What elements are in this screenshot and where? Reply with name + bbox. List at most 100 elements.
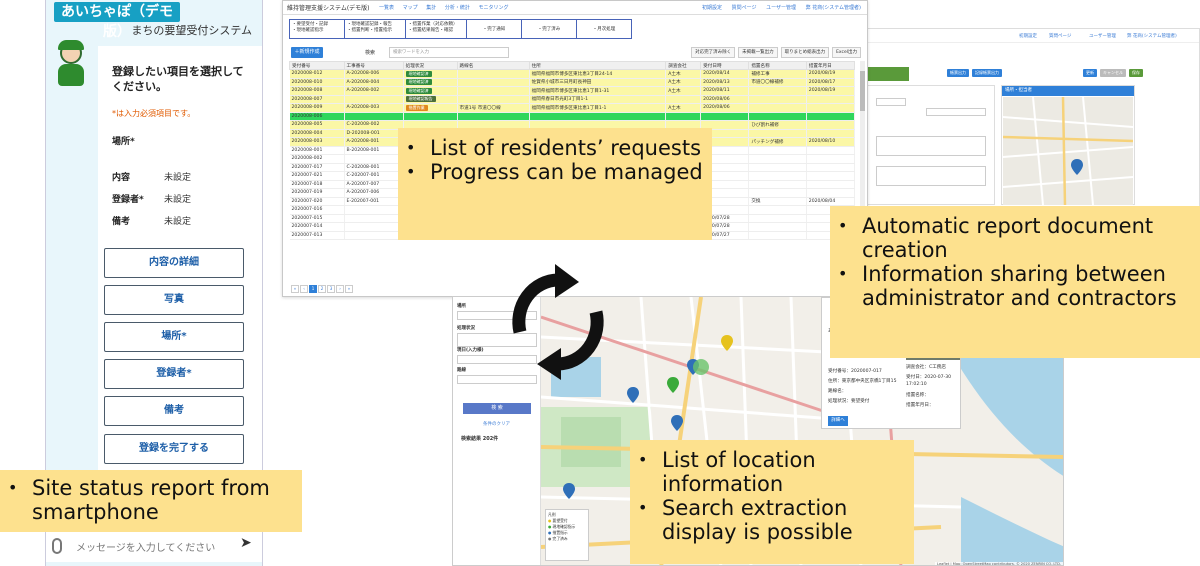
process-step[interactable]: ・現地確認記録・報告 ・措置判断・措置指示 — [344, 19, 406, 39]
table-row[interactable]: 2020008-012 A-202008-006 現地確認済 福岡県福岡市博多区東比恵… — [289, 69, 856, 79]
column-header[interactable]: 措置年月日 — [805, 61, 856, 70]
report-nav-user[interactable]: 弊 花商(システム管理者) — [1127, 33, 1177, 39]
nav-initial-settings[interactable]: 初期設定 — [702, 5, 722, 11]
nav-current-user[interactable]: 弊 花商(システム管理者) — [806, 5, 861, 11]
table-cell-work: C-202007-001 — [344, 171, 404, 181]
table-cell-date — [700, 112, 750, 121]
exclude-completed-button[interactable]: 対応完了済み除く — [691, 47, 736, 58]
report-nav-faq[interactable]: 質問ページ — [1049, 33, 1071, 39]
process-step[interactable]: ・完了済み — [521, 19, 577, 39]
table-cell-work: A-202007-007 — [344, 180, 404, 189]
registrant-button[interactable]: 登録者* — [104, 359, 244, 389]
callout-item: Search extraction display is possible — [630, 496, 914, 544]
cancel-button[interactable]: キャンセル — [1100, 69, 1126, 77]
table-cell-work: A-202008-003 — [344, 103, 404, 113]
send-icon[interactable]: ➤ — [240, 535, 252, 551]
nav-faq[interactable]: 質問ページ — [732, 5, 757, 11]
attach-clip-icon[interactable] — [52, 538, 62, 554]
table-row[interactable]: 2020008-008 A-202008-002 現地確認済 福岡県福岡市博多区東比恵… — [289, 86, 856, 96]
table-cell-id: 2020008-006 — [289, 112, 345, 121]
column-header[interactable]: 措置名称 — [748, 61, 807, 70]
column-header[interactable]: 処理状況 — [402, 61, 458, 70]
map-label-route: 路線 — [457, 368, 466, 373]
nav-list[interactable]: 一覧表 — [379, 5, 394, 11]
table-row[interactable]: 2020008-007 現地確認報告 福岡県春日市光町3丁目1-1 2020/08/0… — [289, 95, 856, 104]
table-cell-done — [806, 163, 856, 172]
callout-item: Automatic report document creation — [830, 214, 1200, 262]
table-cell-name — [748, 222, 807, 232]
column-header[interactable]: 受付番号 — [289, 61, 345, 70]
process-flow: ・要望受付・記録 ・現地確認指示 ・現地確認記録・報告 ・措置判断・措置指示 ・… — [289, 19, 632, 39]
report-nav-settings[interactable]: 初期設定 — [1019, 33, 1037, 39]
popup-right-line: 受付日：2020-07-30 — [906, 375, 952, 380]
summary-output-button[interactable]: 取りまとめ総表出力 — [780, 47, 830, 58]
status-badge: 現地確認済 — [405, 70, 432, 77]
report-mini-map[interactable] — [1003, 97, 1133, 205]
report-status-dropdown[interactable] — [861, 67, 909, 81]
record-form-output-button[interactable]: 記録帳票出力 — [972, 69, 1002, 77]
nav-analysis[interactable]: 分析・統計 — [445, 5, 470, 11]
table-cell-date: 2020/08/06 — [700, 103, 750, 113]
column-header[interactable]: 住所 — [528, 61, 667, 70]
report-field[interactable] — [876, 98, 906, 106]
table-cell-name — [748, 129, 807, 138]
report-window: 初期設定 質問ページ ユーザー管理 弊 花商(システム管理者) 帳票出力 記録帳… — [860, 28, 1200, 208]
location-button[interactable]: 場所* — [104, 322, 244, 352]
column-header[interactable]: 調査会社 — [665, 61, 702, 70]
report-textarea[interactable] — [876, 136, 986, 156]
nav-monitoring[interactable]: モニタリング — [478, 5, 508, 11]
table-row[interactable]: 2020008-006 — [289, 112, 856, 121]
new-record-button[interactable]: ＋新規作成 — [291, 47, 323, 58]
report-field[interactable] — [926, 108, 986, 116]
photo-button[interactable]: 写真 — [104, 285, 244, 315]
table-cell-status: 現地確認済 — [403, 86, 458, 96]
nav-summary[interactable]: 集計 — [426, 5, 436, 11]
remarks-button[interactable]: 備考 — [104, 396, 244, 426]
process-step[interactable]: ・要望受付・記録 ・現地確認指示 — [289, 19, 345, 39]
report-location-title: 場所・担当者 — [1002, 86, 1134, 96]
message-input[interactable]: メッセージを入力してください — [76, 539, 215, 554]
table-cell-co: A土木 — [665, 103, 702, 113]
pager-button[interactable]: « — [291, 285, 299, 293]
table-cell-done — [806, 180, 856, 189]
nav-user-management[interactable]: ユーザー管理 — [766, 5, 796, 11]
table-cell-id: 2020008-009 — [289, 103, 345, 113]
search-input[interactable]: 検索ワードを入力 — [389, 47, 509, 58]
status-badge: 措置作業 — [405, 104, 428, 111]
process-step[interactable]: ・月次処理 — [576, 19, 632, 39]
table-row[interactable]: 2020008-010 A-202008-004 現地確認済 佐賀県小城市三日月町長神… — [289, 78, 856, 87]
table-cell-name — [748, 112, 807, 121]
form-output-button[interactable]: 帳票出力 — [947, 69, 969, 77]
table-cell-name — [748, 180, 807, 189]
unlisted-output-button[interactable]: 未掲載一覧出力 — [738, 47, 778, 58]
column-header[interactable]: 路線名 — [456, 61, 530, 70]
nav-map[interactable]: マップ — [403, 5, 418, 11]
table-cell-route — [457, 86, 530, 96]
table-cell-id: 2020008-003 — [289, 137, 345, 147]
pager-button[interactable]: 3 — [327, 285, 335, 293]
excel-output-button[interactable]: Excel出力 — [832, 47, 861, 58]
column-header[interactable]: 受付日時 — [700, 61, 750, 70]
table-cell-work — [344, 112, 404, 121]
map-search-button[interactable]: 検 索 — [463, 403, 531, 414]
process-step[interactable]: ・完了通知 — [466, 19, 522, 39]
update-button[interactable]: 更新 — [1083, 69, 1097, 77]
complete-registration-button[interactable]: 登録を完了する — [104, 434, 244, 464]
content-detail-button[interactable]: 内容の詳細 — [104, 248, 244, 278]
table-row[interactable]: 2020008-009 A-202008-003 措置作業 市道1号 市道〇〇線 福岡県… — [289, 103, 856, 113]
column-header[interactable]: 工事番号 — [343, 61, 404, 70]
save-button[interactable]: 保存 — [1129, 69, 1143, 77]
table-cell-work: D-202008-001 — [344, 129, 404, 138]
process-step[interactable]: ・措置作業（対応依頼） ・措置結果報告・確認 — [405, 19, 467, 39]
popup-detail-button[interactable]: 詳細へ — [828, 416, 848, 426]
map-clear-link[interactable]: 条件のクリア — [483, 421, 510, 427]
pager-button[interactable]: 2 — [318, 285, 326, 293]
pager-button[interactable]: › — [336, 285, 344, 293]
pager-button[interactable]: » — [345, 285, 353, 293]
report-nav-users[interactable]: ユーザー管理 — [1089, 33, 1116, 39]
callout-item: Information sharing between administrato… — [830, 262, 1200, 310]
pager-button[interactable]: ‹ — [300, 285, 308, 293]
report-textarea[interactable] — [876, 166, 986, 186]
pager-button[interactable]: 1 — [309, 285, 317, 293]
popup-line: 住所：東京都中央区京橋1丁目15 — [828, 379, 897, 384]
